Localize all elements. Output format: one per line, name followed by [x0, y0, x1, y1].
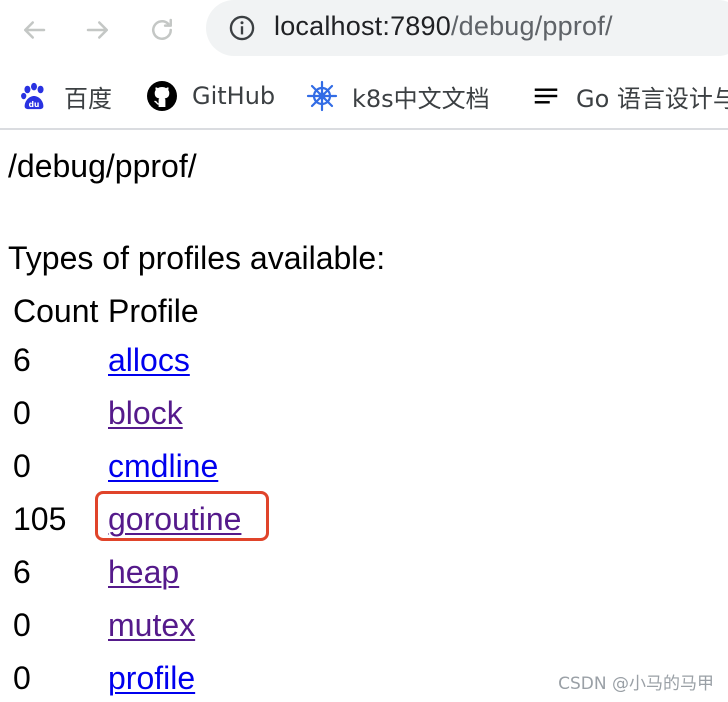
page-subtitle: Types of profiles available: [8, 240, 386, 276]
column-header-profile: Profile [108, 293, 199, 329]
forward-button[interactable] [80, 12, 116, 48]
profile-count: 0 [13, 607, 31, 643]
arrow-left-icon [24, 21, 46, 39]
github-icon [146, 80, 178, 112]
profile-link-block[interactable]: block [108, 395, 183, 431]
profile-count: 0 [13, 395, 31, 431]
baidu-paw-icon: du [18, 80, 50, 112]
profile-count: 105 [13, 501, 67, 537]
bookmark-label: 百度 [64, 84, 112, 113]
bookmark-baidu[interactable]: du 百度 [18, 76, 112, 116]
url-path: /debug/pprof/ [450, 11, 613, 41]
table-row: 6 heap [10, 546, 241, 599]
table-header-row: Count Profile [10, 288, 241, 334]
bookmark-k8s[interactable]: k8s中文文档 [306, 76, 490, 116]
bookmark-label: Go 语言设计与 [576, 84, 728, 113]
menu-lines-icon [530, 80, 562, 112]
arrow-right-icon [86, 21, 108, 39]
profiles-table: Count Profile 6 allocs 0 block 0 cmdline… [10, 288, 269, 702]
bookmark-github[interactable]: GitHub [146, 76, 275, 116]
kubernetes-helm-icon [306, 80, 338, 112]
reload-icon [152, 18, 172, 40]
table-row: 0 mutex [10, 599, 241, 652]
profile-link-cmdline[interactable]: cmdline [108, 448, 218, 484]
profile-link-heap[interactable]: heap [108, 554, 179, 590]
address-bar[interactable]: localhost:7890/debug/pprof/ [206, 0, 728, 56]
table-row: 0 cmdline [10, 440, 241, 493]
profile-link-allocs[interactable]: allocs [108, 342, 190, 378]
reload-button[interactable] [144, 12, 180, 48]
table-row: 0 block [10, 387, 241, 440]
profile-count: 0 [13, 660, 31, 696]
back-button[interactable] [16, 12, 52, 48]
info-icon[interactable] [228, 14, 256, 42]
profile-link-mutex[interactable]: mutex [108, 607, 195, 643]
url-text[interactable]: localhost:7890/debug/pprof/ [274, 11, 613, 42]
table-row: 0 profile [10, 652, 241, 702]
bookmark-label: k8s中文文档 [352, 84, 490, 113]
page-title: /debug/pprof/ [8, 148, 197, 184]
browser-toolbar: localhost:7890/debug/pprof/ [0, 0, 728, 60]
highlight-wrapper: goroutine [95, 491, 269, 546]
table-row: 105 goroutine [10, 491, 269, 546]
profile-link-profile[interactable]: profile [108, 660, 195, 696]
profile-count: 6 [13, 554, 31, 590]
profile-count: 6 [13, 342, 31, 378]
svg-text:du: du [29, 100, 40, 109]
url-host: localhost:7890 [274, 11, 451, 41]
highlight-box [95, 491, 269, 541]
bookmarks-bar: du 百度 GitHub k8s中文文档 Go 语言设计与 [0, 64, 728, 128]
page-content: /debug/pprof/ Types of profiles availabl… [0, 130, 728, 702]
table-row: 6 allocs [10, 334, 241, 387]
bookmark-go-design[interactable]: Go 语言设计与 [530, 76, 728, 116]
bookmark-label: GitHub [192, 82, 276, 110]
profile-count: 0 [13, 448, 31, 484]
watermark: CSDN @小马的马甲 [558, 674, 714, 694]
column-header-count: Count [13, 293, 99, 329]
